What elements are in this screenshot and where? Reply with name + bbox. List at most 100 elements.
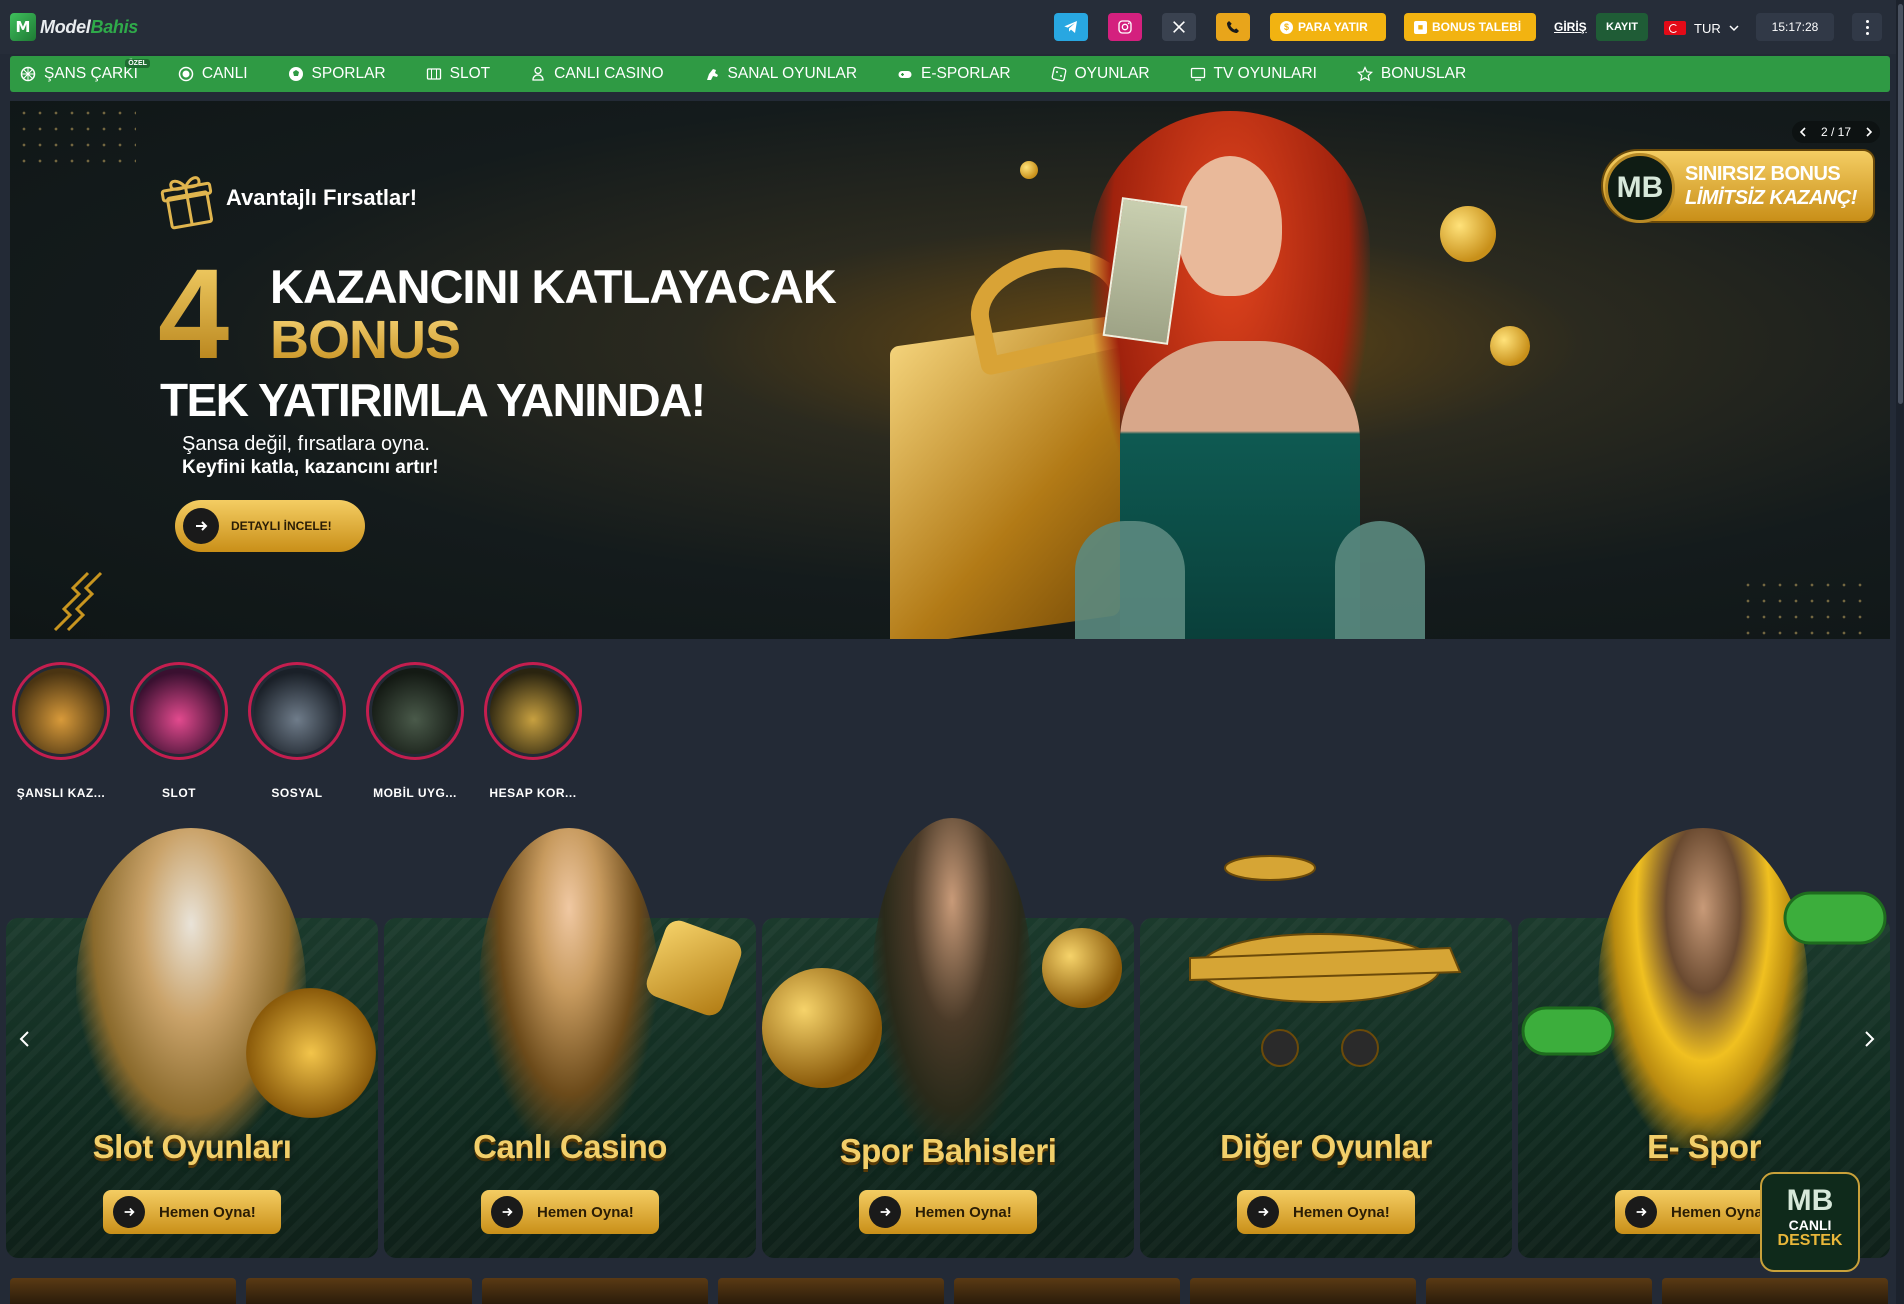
fur-image: [1335, 521, 1425, 639]
nav-item-canli[interactable]: CANLI: [158, 56, 268, 92]
chevron-left-icon[interactable]: [1798, 127, 1808, 137]
carousel-prev-button[interactable]: [18, 1028, 32, 1054]
nav-item-canli-casino[interactable]: CANLI CASINO: [510, 56, 683, 92]
login-link[interactable]: GİRİŞ: [1554, 20, 1587, 34]
instagram-icon: [1118, 20, 1132, 34]
dollar-icon: $: [1280, 20, 1293, 34]
slot-icon: [426, 68, 441, 80]
play-now-label: Hemen Oyna!: [537, 1203, 634, 1221]
hero-headline-3: TEK YATIRIMLA YANINDA!: [160, 374, 706, 426]
story-item[interactable]: SOSYAL: [248, 662, 346, 800]
nav-item-sporlar[interactable]: SPORLAR: [268, 56, 406, 92]
hero-cta-button[interactable]: DETAYLI İNCELE!: [175, 500, 365, 552]
story-label: MOBİL UYG...: [373, 786, 457, 800]
category-card-casino[interactable]: Canlı Casino Hemen Oyna!: [384, 828, 756, 1258]
nav-item-bonuslar[interactable]: BONUSLAR: [1337, 56, 1486, 92]
arrow-right-icon: [1247, 1196, 1279, 1228]
support-label-1: CANLI: [1788, 1217, 1832, 1233]
gift-icon: ■: [1414, 20, 1427, 34]
football-player-image: [872, 818, 1032, 1148]
nav-item-sanal-oyunlar[interactable]: SANAL OYUNLAR: [684, 56, 878, 92]
play-now-label: Hemen Oyna!: [159, 1203, 256, 1221]
arrow-right-icon: [1625, 1196, 1657, 1228]
slot-reel-image: [246, 988, 376, 1118]
nav-label: CANLI CASINO: [554, 65, 664, 82]
nav-label: CANLI: [201, 65, 248, 82]
slide-counter: 2 / 17: [1820, 125, 1852, 139]
para-yatir-button[interactable]: $ PARA YATIR: [1270, 13, 1386, 41]
register-button[interactable]: KAYIT: [1596, 13, 1648, 41]
game-tile-peek[interactable]: [246, 1278, 472, 1304]
mb-logo-icon: MB: [1786, 1184, 1834, 1217]
nav-item-slot[interactable]: SLOT: [406, 56, 510, 92]
play-now-label: Hemen Oyna!: [1293, 1203, 1390, 1221]
category-title: E- Spor: [1647, 1128, 1761, 1165]
turkey-flag-icon: [1664, 21, 1686, 35]
dealer-icon: [532, 66, 544, 81]
live-support-button[interactable]: MB CANLI DESTEK: [1760, 1172, 1860, 1272]
story-label: ŞANSLI KAZ...: [16, 786, 106, 800]
telegram-icon: [1064, 21, 1077, 33]
carousel-next-button[interactable]: [1862, 1028, 1876, 1054]
story-item[interactable]: HESAP KOR...: [484, 662, 582, 800]
nav-item-oyunlar[interactable]: OYUNLAR: [1031, 56, 1170, 92]
hero-subtext-1: Şansa değil, fırsatlara oyna.: [182, 433, 430, 455]
game-tile-peek[interactable]: [1426, 1278, 1652, 1304]
game-tile-peek[interactable]: [482, 1278, 708, 1304]
airplane-image: [1189, 855, 1462, 1067]
hero-banner[interactable]: Avantajlı Fırsatlar! 4 KAZANCINI KATLAYA…: [10, 101, 1890, 639]
esports-player-image: [1598, 828, 1808, 1148]
nav-item-e-sporlar[interactable]: E-SPORLAR: [877, 56, 1031, 92]
hero-cta-label: DETAYLI İNCELE!: [231, 519, 332, 533]
story-thumbnail: [136, 668, 222, 754]
decor-dots: [1740, 577, 1870, 637]
category-card-sports[interactable]: Spor Bahisleri Hemen Oyna!: [762, 818, 1134, 1258]
play-now-button[interactable]: Hemen Oyna!: [859, 1190, 1037, 1234]
nav-item-tv-oyunlari[interactable]: TV OYUNLARI: [1170, 56, 1337, 92]
game-tile-peek[interactable]: [1190, 1278, 1416, 1304]
language-selector[interactable]: TUR: [1664, 17, 1739, 39]
nav-item-sans-carki[interactable]: ŞANS ÇARKI ÖZEL: [10, 56, 158, 92]
more-menu-button[interactable]: [1852, 13, 1882, 41]
story-thumbnail: [254, 668, 340, 754]
category-title: Diğer Oyunlar: [1220, 1128, 1432, 1165]
nav-label: SPORLAR: [311, 65, 386, 82]
golden-ball-image: [762, 968, 882, 1088]
gift-icon: [160, 176, 214, 230]
game-tile-peek[interactable]: [954, 1278, 1180, 1304]
chevron-left-icon: [19, 1031, 29, 1047]
phone-button[interactable]: [1216, 13, 1250, 41]
arrow-right-icon: [869, 1196, 901, 1228]
story-item[interactable]: MOBİL UYG...: [366, 662, 464, 800]
clock: 15:17:28: [1756, 13, 1834, 41]
golden-ball-image: [1042, 928, 1122, 1008]
football-icon: [288, 67, 303, 81]
play-now-button[interactable]: Hemen Oyna!: [1237, 1190, 1415, 1234]
game-tile-peek[interactable]: [10, 1278, 236, 1304]
slider-pager: 2 / 17: [1792, 121, 1880, 143]
play-now-button[interactable]: Hemen Oyna!: [481, 1190, 659, 1234]
play-now-label: Hemen Oyna!: [915, 1203, 1012, 1221]
game-tile-peek[interactable]: [718, 1278, 944, 1304]
bonus-talebi-button[interactable]: ■ BONUS TALEBİ: [1404, 13, 1536, 41]
scrollbar-thumb[interactable]: [1898, 4, 1903, 404]
story-item[interactable]: SLOT: [130, 662, 228, 800]
instagram-button[interactable]: [1108, 13, 1142, 41]
telegram-button[interactable]: [1054, 13, 1088, 41]
site-logo[interactable]: M ModelBahis: [10, 12, 138, 42]
play-now-button[interactable]: Hemen Oyna!: [103, 1190, 281, 1234]
story-item[interactable]: ŞANSLI KAZ...: [12, 662, 110, 800]
mb-logo-icon: MB: [1605, 153, 1675, 223]
play-now-label: Hemen Oyna!: [1671, 1203, 1768, 1221]
category-card-slot[interactable]: Slot Oyunları Hemen Oyna!: [6, 828, 378, 1258]
story-thumbnail: [18, 668, 104, 754]
x-twitter-button[interactable]: [1162, 13, 1196, 41]
nav-label: OYUNLAR: [1074, 65, 1150, 82]
promo-badge: MB SINIRSIZ BONUS LİMİTSİZ KAZANÇ!: [1601, 149, 1875, 223]
story-thumbnail: [490, 668, 576, 754]
category-card-other[interactable]: Diğer Oyunlar Hemen Oyna!: [1140, 855, 1512, 1258]
chevron-right-icon[interactable]: [1864, 127, 1874, 137]
main-nav: ŞANS ÇARKI ÖZEL CANLI SPORLAR SLOT CANLI…: [10, 56, 1890, 92]
game-tile-peek[interactable]: [1662, 1278, 1888, 1304]
story-label: HESAP KOR...: [489, 786, 577, 800]
